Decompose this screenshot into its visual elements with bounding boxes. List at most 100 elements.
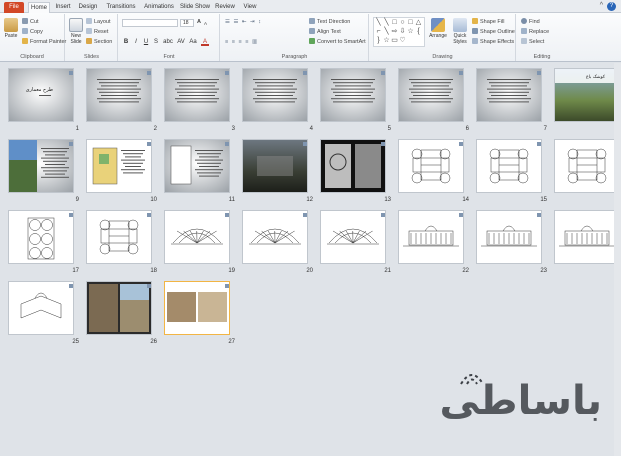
tab-slide-show[interactable]: Slide Show <box>179 2 211 13</box>
shape-callout-icon[interactable]: ▭ <box>391 37 398 44</box>
slide-thumbnail[interactable] <box>399 211 463 263</box>
slide-thumbnail[interactable] <box>477 69 541 121</box>
shape-outline-button[interactable]: Shape Outline <box>472 28 515 35</box>
shape-star-icon[interactable]: ☆ <box>407 28 414 35</box>
layout-button[interactable]: Layout <box>86 18 111 25</box>
text-line <box>125 156 141 158</box>
shape-arrow-icon[interactable]: ⇩ <box>399 28 406 35</box>
shape-fill-button[interactable]: Shape Fill <box>472 18 504 25</box>
shape-triangle-icon[interactable]: △ <box>415 19 422 26</box>
slide-thumbnail[interactable] <box>243 69 307 121</box>
shape-star-icon[interactable]: ☆ <box>383 37 390 44</box>
help-icon[interactable]: ? <box>607 2 616 11</box>
transition-star-icon <box>69 284 73 288</box>
slide-thumbnail[interactable] <box>87 140 151 192</box>
underline-button[interactable]: U <box>142 38 150 46</box>
slide-thumbnail[interactable] <box>555 211 619 263</box>
align-text-icon <box>309 28 315 34</box>
slide-thumbnail[interactable] <box>165 69 229 121</box>
bold-button[interactable]: B <box>122 38 130 46</box>
slide-thumbnail[interactable] <box>87 282 151 334</box>
slide-thumbnail[interactable] <box>165 282 229 334</box>
slide-thumbnail[interactable]: طرح معماری <box>9 69 73 121</box>
shape-brace-icon[interactable]: { <box>415 28 422 35</box>
slide-thumbnail[interactable] <box>321 211 385 263</box>
shape-line-icon[interactable]: ╲ <box>383 19 390 26</box>
slide-thumbnail[interactable] <box>477 211 541 263</box>
vertical-scrollbar[interactable] <box>614 63 621 456</box>
slide-thumbnail[interactable] <box>399 69 463 121</box>
slide-thumbnail[interactable] <box>243 211 307 263</box>
shrink-font-button[interactable]: A <box>204 20 207 27</box>
slide-thumbnail[interactable] <box>9 140 73 192</box>
format-painter-button[interactable]: Format Painter <box>22 38 66 45</box>
quick-styles-button[interactable]: Quick Styles <box>450 18 470 45</box>
transition-star-icon <box>147 71 151 75</box>
shape-bracket-icon[interactable]: ⌐ <box>375 28 382 35</box>
slide-thumbnail[interactable] <box>87 69 151 121</box>
convert-smartart-button[interactable]: Convert to SmartArt <box>309 38 366 45</box>
font-color-button[interactable]: A <box>201 38 209 46</box>
tab-insert[interactable]: Insert <box>53 2 73 13</box>
shape-line-icon[interactable]: ╲ <box>383 28 390 35</box>
tab-file[interactable]: File <box>4 2 24 13</box>
slide-thumbnail[interactable] <box>87 211 151 263</box>
reset-button[interactable]: Reset <box>86 28 108 35</box>
slide-thumbnail[interactable] <box>399 140 463 192</box>
slide-title: طرح معماری <box>26 87 53 93</box>
replace-button[interactable]: Replace <box>521 28 549 35</box>
photo-right <box>198 292 227 322</box>
shape-line-icon[interactable]: ╲ <box>375 19 382 26</box>
align-text-button[interactable]: Align Text <box>309 28 341 35</box>
slide-thumbnail[interactable] <box>165 140 229 192</box>
shape-rect-icon[interactable]: □ <box>391 19 398 26</box>
tab-animations[interactable]: Animations <box>142 2 176 13</box>
shape-heart-icon[interactable]: ♡ <box>399 37 406 44</box>
font-size-combo[interactable]: 18 <box>180 19 194 27</box>
section-button[interactable]: Section <box>86 38 112 45</box>
slide-thumbnail[interactable] <box>321 140 385 192</box>
new-slide-button[interactable]: New Slide <box>68 18 84 45</box>
slide-thumbnail[interactable] <box>9 282 73 334</box>
tab-review[interactable]: Review <box>214 2 236 13</box>
tab-design[interactable]: Design <box>76 2 100 13</box>
shapes-gallery[interactable]: ╲ ╲ □ ○ □ △ ⌐ ╲ ⇨ ⇩ ☆ { } ☆ ▭ ♡ <box>373 17 425 47</box>
shape-brace-icon[interactable]: } <box>375 37 382 44</box>
slide-thumbnail[interactable] <box>477 140 541 192</box>
text-line <box>97 88 141 90</box>
slide-thumbnail[interactable] <box>9 211 73 263</box>
change-case-button[interactable]: Aa <box>188 38 198 46</box>
find-button[interactable]: Find <box>521 18 540 25</box>
text-direction-button[interactable]: Text Direction <box>309 18 350 25</box>
arrange-button[interactable]: Arrange <box>428 18 448 40</box>
copy-button[interactable]: Copy <box>22 28 43 35</box>
shape-effects-button[interactable]: Shape Effects <box>472 38 514 45</box>
transition-star-icon <box>459 142 463 146</box>
slide-thumbnail[interactable] <box>555 140 619 192</box>
char-spacing-button[interactable]: AV <box>176 38 186 46</box>
tab-transitions[interactable]: Transitions <box>104 2 138 13</box>
italic-button[interactable]: I <box>132 38 140 46</box>
shape-oval-icon[interactable]: ○ <box>399 19 406 26</box>
alignment-buttons[interactable]: ≡ ≡ ≡ ≡ ▥ <box>225 39 258 46</box>
slide-thumbnail[interactable] <box>321 69 385 121</box>
minimize-ribbon-icon[interactable]: ^ <box>600 2 603 9</box>
slide-thumbnail[interactable] <box>165 211 229 263</box>
font-name-combo[interactable] <box>122 19 178 27</box>
select-button[interactable]: Select <box>521 38 544 45</box>
photo-left <box>325 144 351 188</box>
slide-thumbnail[interactable] <box>243 140 307 192</box>
strikethrough-button[interactable]: S <box>152 38 160 46</box>
cut-button[interactable]: Cut <box>22 18 39 25</box>
slide-thumbnail[interactable]: کوشک باغ <box>555 69 619 121</box>
shape-rect-icon[interactable]: □ <box>407 19 414 26</box>
shadow-button[interactable]: abc <box>162 38 174 46</box>
tab-view[interactable]: View <box>240 2 260 13</box>
text-line <box>413 95 449 96</box>
ribbon: Paste Cut Copy Format Painter Clipboard … <box>0 13 621 62</box>
paste-button[interactable]: Paste <box>2 18 20 40</box>
grow-font-button[interactable]: A <box>197 19 201 26</box>
shape-arrow-icon[interactable]: ⇨ <box>391 28 398 35</box>
text-line <box>179 95 215 96</box>
list-buttons[interactable]: ☰ ☰ ⇤ ⇥ ↕ <box>225 19 262 26</box>
